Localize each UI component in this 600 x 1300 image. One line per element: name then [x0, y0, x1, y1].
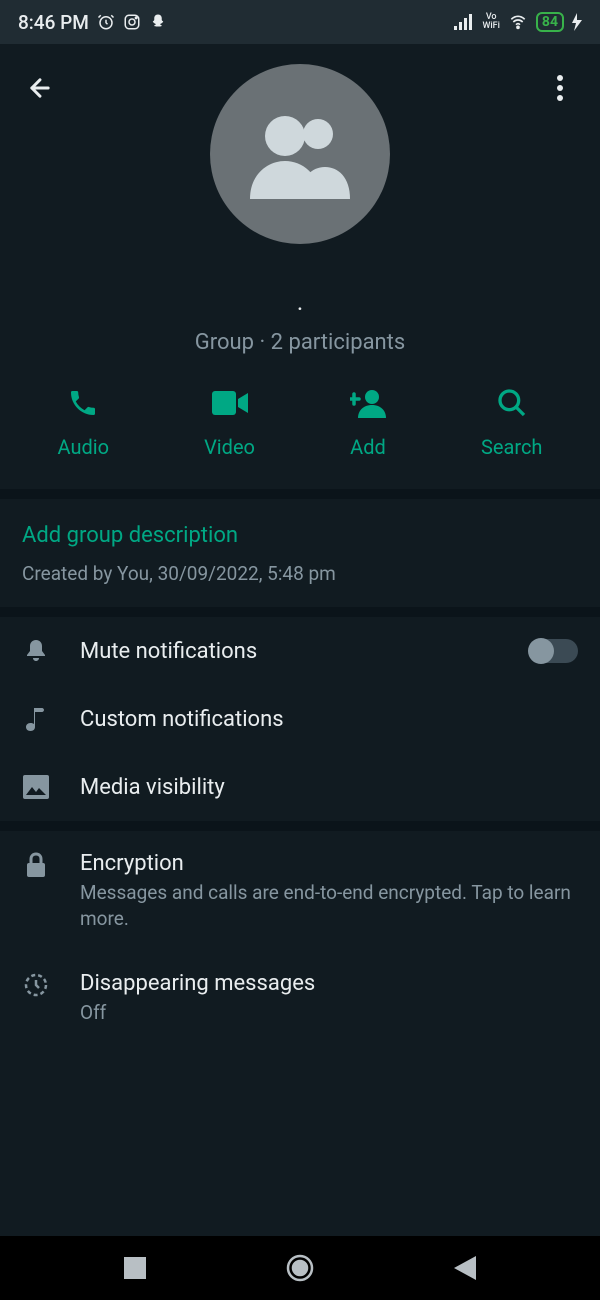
audio-call-button[interactable]: Audio [58, 385, 110, 459]
disappearing-subtitle: Off [80, 1000, 578, 1026]
android-nav-bar [0, 1236, 600, 1300]
home-button[interactable] [270, 1246, 330, 1290]
music-note-icon [22, 705, 50, 733]
wifi-icon [508, 14, 528, 30]
add-participant-button[interactable]: Add [350, 385, 386, 459]
group-subtitle: Group · 2 participants [0, 330, 600, 355]
search-label: Search [481, 435, 542, 459]
group-header: . Group · 2 participants Audio Video Add [0, 44, 600, 489]
snapchat-icon [149, 13, 167, 31]
search-button[interactable]: Search [481, 385, 542, 459]
vowifi-icon: VoWiFi [482, 13, 499, 31]
charging-icon [572, 13, 582, 31]
disappearing-messages-row[interactable]: Disappearing messages Off [0, 951, 600, 1046]
battery-indicator: 84 [536, 12, 564, 32]
description-section[interactable]: Add group description Created by You, 30… [0, 499, 600, 607]
encryption-subtitle: Messages and calls are end-to-end encryp… [80, 880, 578, 931]
add-person-icon [350, 385, 386, 421]
group-avatar[interactable] [210, 64, 390, 244]
alarm-icon [97, 13, 115, 31]
status-time: 8:46 PM [18, 11, 89, 34]
phone-icon [65, 385, 101, 421]
image-icon [22, 773, 50, 801]
custom-notifications-row[interactable]: Custom notifications [0, 685, 600, 753]
add-label: Add [350, 435, 386, 459]
timer-icon [22, 971, 50, 999]
add-description-link[interactable]: Add group description [22, 523, 578, 548]
media-label: Media visibility [80, 775, 578, 800]
instagram-icon [123, 13, 141, 31]
section-divider [0, 607, 600, 617]
status-bar: 8:46 PM VoWiFi 84 [0, 0, 600, 44]
encryption-title: Encryption [80, 851, 578, 876]
disappearing-title: Disappearing messages [80, 971, 578, 996]
video-label: Video [204, 435, 255, 459]
more-options-button[interactable] [538, 66, 582, 110]
search-icon [494, 385, 530, 421]
audio-label: Audio [58, 435, 110, 459]
back-button[interactable] [18, 66, 62, 110]
created-by-text: Created by You, 30/09/2022, 5:48 pm [22, 562, 578, 585]
mute-notifications-row[interactable]: Mute notifications [0, 617, 600, 685]
action-row: Audio Video Add Search [0, 355, 600, 489]
section-divider [0, 489, 600, 499]
media-visibility-row[interactable]: Media visibility [0, 753, 600, 821]
signal-icon [454, 14, 474, 30]
bell-icon [22, 637, 50, 665]
group-icon [240, 104, 360, 204]
section-divider [0, 821, 600, 831]
back-nav-button[interactable] [435, 1246, 495, 1290]
mute-label: Mute notifications [80, 639, 500, 664]
lock-icon [22, 851, 50, 879]
recents-button[interactable] [105, 1246, 165, 1290]
custom-label: Custom notifications [80, 707, 578, 732]
mute-toggle[interactable] [530, 639, 578, 663]
encryption-row[interactable]: Encryption Messages and calls are end-to… [0, 831, 600, 951]
video-call-button[interactable]: Video [204, 385, 255, 459]
main-content: . Group · 2 participants Audio Video Add [0, 44, 600, 1236]
video-icon [212, 385, 248, 421]
group-name[interactable]: . [0, 288, 600, 316]
